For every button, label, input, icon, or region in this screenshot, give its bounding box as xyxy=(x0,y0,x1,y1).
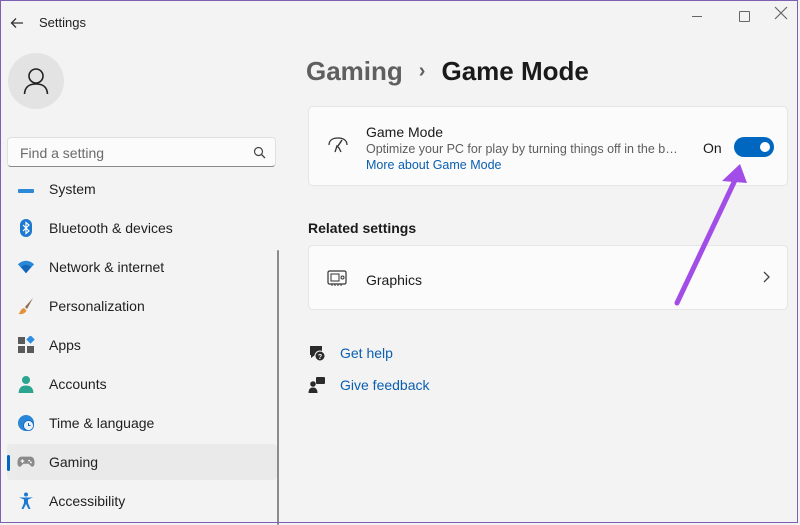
more-about-game-mode-link[interactable]: More about Game Mode xyxy=(366,158,502,172)
sidebar-item-network[interactable]: Network & internet xyxy=(7,249,277,285)
back-button[interactable] xyxy=(6,12,28,34)
breadcrumb-parent[interactable]: Gaming xyxy=(306,56,403,87)
annotation-arrow xyxy=(674,164,747,306)
game-mode-title: Game Mode xyxy=(366,124,444,140)
avatar[interactable] xyxy=(8,53,64,109)
system-icon xyxy=(17,180,35,198)
toggle-knob xyxy=(760,142,770,152)
give-feedback-label: Give feedback xyxy=(340,377,430,393)
person-icon xyxy=(17,375,35,393)
graphics-label: Graphics xyxy=(366,272,423,288)
graphics-card-icon xyxy=(327,269,347,292)
help-icon: ? xyxy=(308,344,326,362)
breadcrumb: Gaming › Game Mode xyxy=(306,56,589,87)
page-title: Game Mode xyxy=(441,56,589,86)
accessibility-icon xyxy=(17,492,35,510)
sidebar-nav: System Bluetooth & devices Network & int… xyxy=(0,175,278,525)
get-help-link[interactable]: ? Get help xyxy=(308,344,393,362)
feedback-icon xyxy=(308,376,326,394)
close-icon xyxy=(774,6,788,20)
sidebar-scrollbar[interactable] xyxy=(277,250,279,525)
close-button[interactable] xyxy=(770,4,792,27)
title-bar: Settings xyxy=(0,0,800,44)
wifi-icon xyxy=(17,258,35,276)
search-input[interactable] xyxy=(18,144,242,162)
maximize-button[interactable] xyxy=(729,6,759,26)
sidebar-item-system[interactable]: System xyxy=(7,175,277,207)
user-icon xyxy=(23,68,49,95)
bluetooth-icon xyxy=(17,219,35,237)
breadcrumb-separator: › xyxy=(418,60,426,82)
sidebar-item-accounts[interactable]: Accounts xyxy=(7,366,277,402)
sidebar-item-label: System xyxy=(49,181,96,197)
gamepad-icon xyxy=(17,453,35,471)
get-help-label: Get help xyxy=(340,345,393,361)
sidebar-item-apps[interactable]: Apps xyxy=(7,327,277,363)
sidebar-item-label: Bluetooth & devices xyxy=(49,220,173,236)
game-mode-icon xyxy=(327,135,349,160)
apps-icon xyxy=(17,336,35,354)
related-settings-heading: Related settings xyxy=(308,220,417,236)
sidebar-item-label: Apps xyxy=(49,337,81,353)
sidebar-item-label: Personalization xyxy=(49,298,145,314)
sidebar-item-bluetooth[interactable]: Bluetooth & devices xyxy=(7,210,277,246)
sidebar-item-label: Accessibility xyxy=(49,493,126,509)
maximize-icon xyxy=(738,10,750,22)
game-mode-description: Optimize your PC for play by turning thi… xyxy=(366,142,684,156)
give-feedback-link[interactable]: Give feedback xyxy=(308,376,430,394)
brush-icon xyxy=(17,297,35,315)
sidebar-item-label: Network & internet xyxy=(49,259,165,275)
minimize-button[interactable] xyxy=(682,6,712,26)
app-title: Settings xyxy=(39,15,86,30)
globe-clock-icon xyxy=(17,414,35,432)
active-indicator xyxy=(7,455,10,471)
sidebar-item-label: Accounts xyxy=(49,376,107,392)
svg-text:?: ? xyxy=(318,354,322,361)
search-icon[interactable] xyxy=(253,146,266,164)
back-arrow-icon xyxy=(10,18,23,28)
sidebar-item-personalization[interactable]: Personalization xyxy=(7,288,277,324)
sidebar-item-label: Gaming xyxy=(49,454,99,470)
chevron-right-icon xyxy=(762,270,770,286)
sidebar-item-gaming[interactable]: Gaming xyxy=(7,444,277,480)
minimize-icon xyxy=(692,15,702,17)
search-box[interactable] xyxy=(7,137,276,167)
sidebar-item-time-language[interactable]: Time & language xyxy=(7,405,277,441)
sidebar-item-label: Time & language xyxy=(49,415,155,431)
sidebar-item-accessibility[interactable]: Accessibility xyxy=(7,483,277,519)
